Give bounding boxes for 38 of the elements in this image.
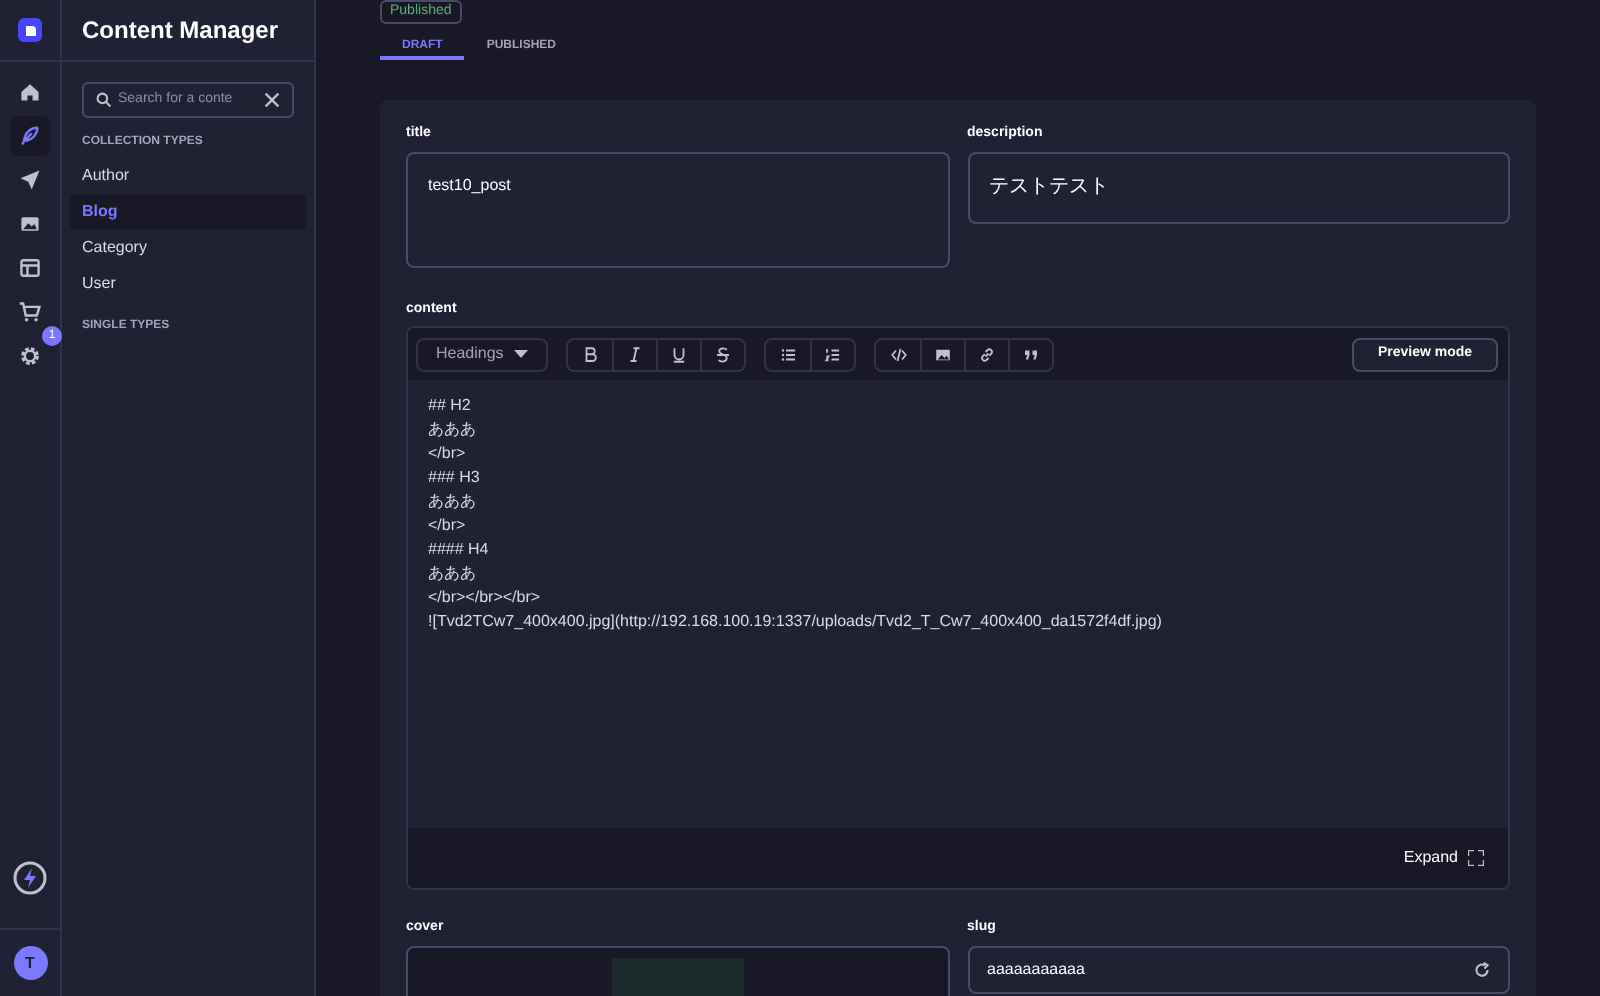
fullscreen-icon bbox=[1468, 850, 1484, 866]
bold-icon bbox=[581, 345, 599, 363]
markdown-editor[interactable]: ## H2 あああ </br> ### H3 あああ </br> #### H4 あああ </br></br></br> ![Tvd2TCw7_400x400.jpg](http://192.168.100.19:1337/uploads/Tvd2_T_Cw7_400x400_da1572f4df.jpg) bbox=[408, 380, 1508, 828]
image-icon bbox=[934, 345, 952, 363]
user-avatar[interactable]: T bbox=[13, 946, 47, 980]
settings-icon bbox=[18, 344, 42, 368]
description-input[interactable]: テストテスト bbox=[967, 151, 1510, 223]
sidebar-item[interactable]: User bbox=[70, 266, 306, 302]
underline-icon bbox=[670, 345, 688, 363]
sidebar-item[interactable]: Category bbox=[70, 230, 306, 266]
image-icon bbox=[18, 212, 42, 236]
dropdown-label: Headings bbox=[436, 342, 504, 366]
numbered-list-icon bbox=[824, 345, 842, 363]
cart-icon bbox=[18, 300, 42, 324]
lightning-icon[interactable] bbox=[12, 860, 48, 896]
caret-icon bbox=[514, 350, 528, 358]
search-icon bbox=[96, 92, 112, 108]
sidebar-item[interactable]: Author bbox=[70, 158, 306, 194]
layout-icon bbox=[18, 256, 42, 280]
sidebar-title: Content Manager bbox=[82, 14, 279, 48]
expand-button[interactable]: Expand bbox=[1403, 846, 1484, 870]
title-input[interactable]: test10_post bbox=[406, 151, 949, 267]
quote-icon bbox=[1022, 345, 1040, 363]
strikethrough-icon bbox=[714, 345, 732, 363]
refresh-icon[interactable] bbox=[1474, 961, 1490, 977]
nav-item[interactable] bbox=[10, 116, 50, 156]
sidebar-item[interactable]: Blog bbox=[70, 194, 306, 230]
link-icon bbox=[978, 345, 996, 363]
feather-icon bbox=[18, 124, 42, 148]
app-logo-icon bbox=[18, 18, 42, 42]
code-icon bbox=[889, 345, 907, 363]
home-icon bbox=[18, 80, 42, 104]
slug-input[interactable]: aaaaaaaaaaa bbox=[967, 945, 1510, 993]
bullet-list-icon bbox=[779, 345, 797, 363]
italic-icon bbox=[626, 345, 644, 363]
paper-plane-icon bbox=[18, 168, 42, 192]
close-icon[interactable] bbox=[264, 92, 280, 108]
headings-dropdown[interactable]: Headings bbox=[416, 337, 548, 371]
